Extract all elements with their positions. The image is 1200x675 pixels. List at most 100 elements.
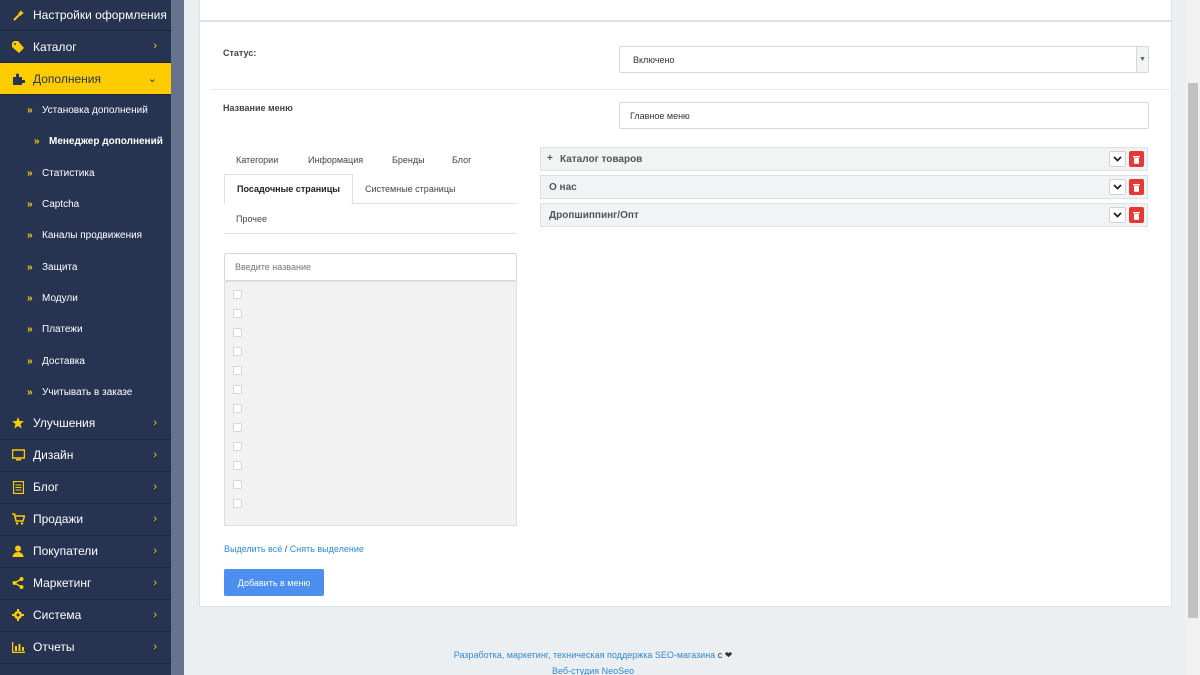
item-checkbox[interactable] [233, 290, 242, 299]
item-checkbox[interactable] [233, 461, 242, 470]
trash-icon[interactable] [1129, 151, 1144, 167]
submenu-item-label: Учитывать в заказе [42, 386, 133, 398]
menu-item-title: Каталог товаров [560, 154, 643, 165]
double-chevron-icon: » [27, 230, 33, 242]
tab-landing-pages[interactable]: Посадочные страницы [224, 174, 353, 204]
submenu-item-label: Менеджер дополнений [49, 136, 163, 148]
item-checkbox[interactable] [233, 442, 242, 451]
submenu-item-modules[interactable]: » Модули [0, 283, 171, 314]
sidebar-item-catalog[interactable]: Каталог › [0, 31, 171, 63]
item-checkbox[interactable] [233, 423, 242, 432]
chevron-down-icon[interactable] [1109, 151, 1126, 167]
footer-link[interactable]: Разработка, маркетинг, техническая подде… [454, 650, 715, 660]
trash-icon[interactable] [1129, 207, 1144, 223]
chevron-right-icon: › [153, 640, 157, 653]
sidebar-item-sales[interactable]: Продажи › [0, 504, 171, 536]
sidebar: Настройки оформления Каталог › Дополнени… [0, 0, 171, 675]
sidebar-item-customers[interactable]: Покупатели › [0, 536, 171, 568]
submenu-item-label: Доставка [42, 355, 85, 367]
submenu-item-manager[interactable]: » Менеджер дополнений [0, 126, 171, 157]
sidebar-item-marketing[interactable]: Маркетинг › [0, 568, 171, 600]
item-checkbox[interactable] [233, 328, 242, 337]
double-chevron-icon: » [27, 199, 33, 211]
bar-chart-icon [11, 640, 25, 654]
plus-icon[interactable]: + [547, 153, 553, 164]
chevron-right-icon: › [153, 416, 157, 429]
menu-name-label: Название меню [223, 103, 293, 113]
document-icon [11, 480, 25, 494]
puzzle-icon [11, 72, 25, 86]
submenu-item-promotion[interactable]: » Каналы продвижения [0, 220, 171, 251]
item-checkbox[interactable] [233, 347, 242, 356]
sidebar-item-label: Отчеты [33, 640, 75, 655]
status-select[interactable]: Включено ▼ [619, 46, 1149, 73]
search-input[interactable] [224, 253, 517, 281]
chevron-right-icon: › [153, 608, 157, 621]
submenu-item-payments[interactable]: » Платежи [0, 314, 171, 345]
item-checkbox[interactable] [233, 499, 242, 508]
menu-item-row[interactable]: Дропшиппинг/Опт [540, 203, 1148, 227]
sidebar-item-label: Дизайн [33, 448, 74, 463]
sidebar-item-label: Улучшения [33, 416, 96, 431]
tab-blog[interactable]: Блог [452, 155, 471, 165]
menu-name-input[interactable]: Главное меню [619, 102, 1149, 129]
sidebar-item-label: Каталог [33, 39, 77, 54]
chevron-down-icon[interactable] [1109, 207, 1126, 223]
item-checkbox[interactable] [233, 385, 242, 394]
monitor-icon [11, 448, 25, 462]
deselect-link[interactable]: Снять выделение [290, 544, 364, 554]
sidebar-item-design-settings[interactable]: Настройки оформления [0, 0, 171, 31]
sidebar-item-blog[interactable]: Блог › [0, 472, 171, 504]
select-all-link[interactable]: Выделить всё [224, 544, 282, 554]
submenu-item-captcha[interactable]: » Captcha [0, 189, 171, 220]
tab-categories[interactable]: Категории [236, 155, 278, 165]
double-chevron-icon: » [27, 167, 33, 179]
sidebar-item-system[interactable]: Система › [0, 600, 171, 632]
tab-other[interactable]: Прочее [236, 214, 267, 224]
double-chevron-icon: » [27, 386, 33, 398]
tabs-baseline [351, 203, 517, 204]
menu-editor-panel: Статус: Включено ▼ Название меню Главное… [199, 0, 1172, 607]
submenu-item-protection[interactable]: » Защита [0, 251, 171, 282]
share-icon [11, 576, 25, 590]
scrollbar-thumb[interactable] [1188, 83, 1198, 618]
chevron-right-icon: › [153, 448, 157, 461]
add-to-menu-button[interactable]: Добавить в меню [224, 569, 324, 596]
submenu-item-order-totals[interactable]: » Учитывать в заказе [0, 377, 171, 408]
studio-link[interactable]: Веб-студия NeoSeo [552, 666, 634, 675]
tab-information[interactable]: Информация [308, 155, 363, 165]
sidebar-item-label: Настройки оформления [33, 8, 167, 22]
tabs-bottom-line [224, 233, 517, 234]
menu-item-row[interactable]: + Каталог товаров [540, 147, 1148, 171]
sidebar-item-improvements[interactable]: Улучшения › [0, 408, 171, 440]
submenu-item-label: Платежи [42, 324, 83, 336]
sidebar-item-design[interactable]: Дизайн › [0, 440, 171, 472]
chevron-down-icon: ⌄ [147, 73, 157, 85]
trash-icon[interactable] [1129, 179, 1144, 195]
tab-system-pages[interactable]: Системные страницы [365, 184, 455, 194]
submenu-item-statistics[interactable]: » Статистика [0, 158, 171, 189]
chevron-down-icon[interactable] [1109, 179, 1126, 195]
menu-item-row[interactable]: О нас [540, 175, 1148, 199]
selection-links: Выделить всё / Снять выделение [224, 544, 364, 554]
item-checkbox[interactable] [233, 366, 242, 375]
submenu-item-install[interactable]: » Установка дополнений [0, 95, 171, 126]
chevron-right-icon: › [153, 576, 157, 589]
footer: Разработка, маркетинг, техническая подде… [199, 650, 987, 661]
submenu-item-shipping[interactable]: » Доставка [0, 345, 171, 376]
star-icon [11, 416, 25, 430]
double-chevron-icon: » [27, 292, 33, 304]
tab-brands[interactable]: Бренды [392, 155, 425, 165]
tag-icon [11, 40, 25, 54]
chevron-right-icon: › [153, 40, 157, 52]
magic-wand-icon [11, 8, 25, 22]
item-checkbox[interactable] [233, 404, 242, 413]
sidebar-item-label: Система [33, 608, 82, 623]
sidebar-item-extensions[interactable]: Дополнения ⌄ [0, 63, 171, 95]
item-checkbox[interactable] [233, 309, 242, 318]
menu-item-title: Дропшиппинг/Опт [549, 210, 639, 221]
item-checkbox[interactable] [233, 480, 242, 489]
sidebar-item-reports[interactable]: Отчеты › [0, 632, 171, 664]
footer-text: с [715, 650, 725, 660]
extensions-submenu: » Установка дополнений » Менеджер дополнен… [0, 95, 171, 408]
